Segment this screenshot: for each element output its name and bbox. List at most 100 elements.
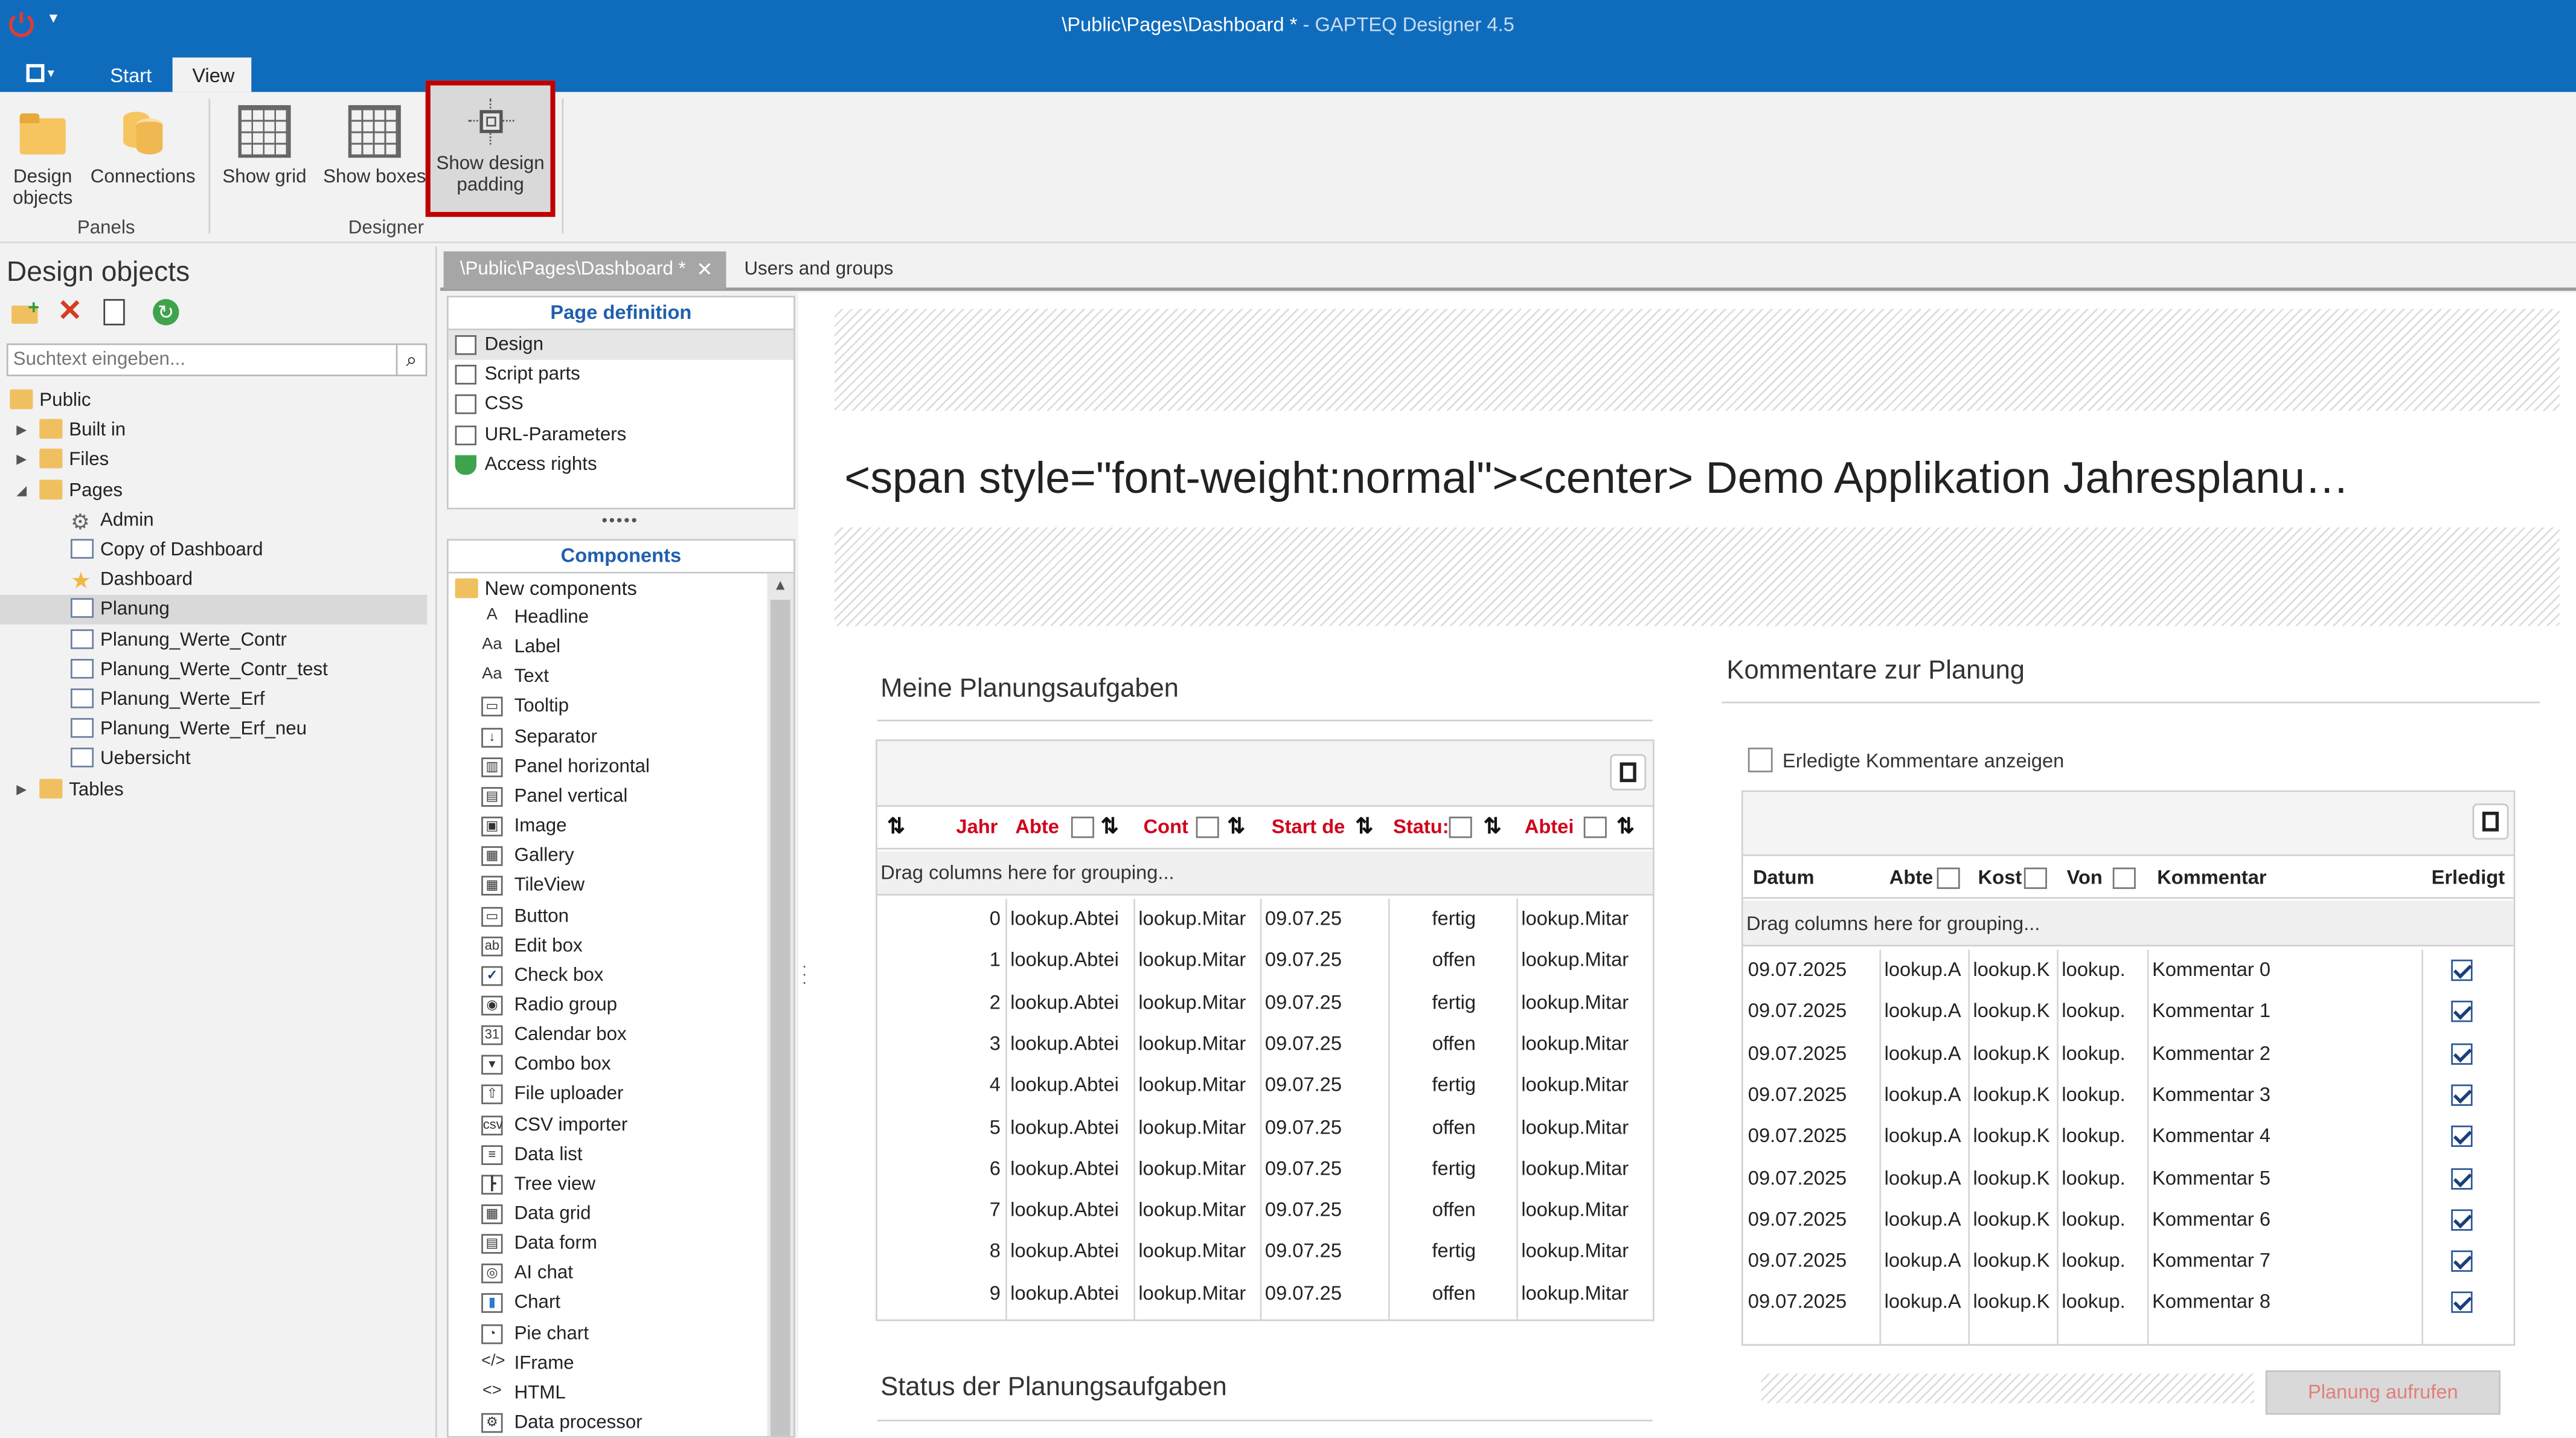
sort-icon[interactable]: ⇅ (1227, 814, 1245, 840)
component-button[interactable]: ▭ Button (449, 901, 764, 931)
table-row[interactable]: 2 lookup.Abtei lookup.Mitar 09.07.25 fertig l… (877, 982, 1653, 1023)
search-icon[interactable]: ⌕ (396, 345, 426, 375)
table-row[interactable]: 4 lookup.Abtei lookup.Mitar 09.07.25 fertig l… (877, 1065, 1653, 1106)
component-file-uploader[interactable]: ⇧ File uploader (449, 1080, 764, 1110)
refresh-icon[interactable]: ↻ (153, 299, 179, 326)
column-header-abte[interactable]: Abte (1889, 866, 1934, 889)
panel-splitter[interactable]: · · · (798, 292, 812, 1438)
table-row[interactable]: 09.07.2025 lookup.A lookup.K lookup. Komment… (1743, 1158, 2514, 1199)
scroll-up-icon[interactable]: ▲ (767, 574, 794, 597)
clipboard-button[interactable] (2472, 803, 2509, 840)
tree-item-uebersicht[interactable]: Uebersicht (0, 745, 427, 775)
expand-arrow-icon[interactable]: ▶ (16, 416, 27, 446)
component-panel-vertical[interactable]: ▤ Panel vertical (449, 782, 764, 812)
column-header-cont[interactable]: Cont (1144, 815, 1188, 838)
component-panel-horizontal[interactable]: ▥ Panel horizontal (449, 752, 764, 782)
show-design-padding-button[interactable]: Show design padding (425, 80, 556, 217)
erledigt-checkbox[interactable] (2451, 1250, 2473, 1273)
tree-item-tables[interactable]: ▶ Tables (0, 775, 427, 804)
table-row[interactable]: 7 lookup.Abtei lookup.Mitar 09.07.25 offen lo… (877, 1190, 1653, 1231)
component-pie-chart[interactable]: ◔ Pie chart (449, 1319, 764, 1349)
expand-arrow-icon[interactable]: ▶ (16, 446, 27, 475)
tree-item-public[interactable]: Public (0, 386, 427, 416)
component-calendar-box[interactable]: 31 Calendar box (449, 1021, 764, 1050)
filter-icon[interactable] (1583, 817, 1607, 838)
component-data-processor[interactable]: ⚙ Data processor (449, 1408, 764, 1436)
erledigt-checkbox[interactable] (2451, 959, 2473, 981)
component-label[interactable]: Aa Label (449, 633, 764, 663)
tree-item-pages[interactable]: ◢ Pages (0, 476, 427, 506)
erledigt-checkbox[interactable] (2451, 1126, 2473, 1148)
filter-icon[interactable] (1196, 817, 1219, 838)
search-input[interactable] (13, 347, 391, 373)
table-row[interactable]: 09.07.2025 lookup.A lookup.K lookup. Komment… (1743, 1116, 2514, 1157)
column-header-abte[interactable]: Abte (1015, 815, 1059, 838)
new-page-icon[interactable] (103, 299, 125, 326)
page-def-item-css[interactable]: CSS (449, 390, 793, 420)
tab-start[interactable]: Start (91, 57, 171, 92)
table-row[interactable]: 1 lookup.Abtei lookup.Mitar 09.07.25 offen lo… (877, 940, 1653, 981)
filter-icon[interactable] (2023, 867, 2047, 889)
tree-item-planung-werte-contr-test[interactable]: Planung_Werte_Contr_test (0, 655, 427, 685)
table-row[interactable]: 09.07.2025 lookup.A lookup.K lookup. Komment… (1743, 1282, 2514, 1323)
column-header-abtei[interactable]: Abtei (1525, 815, 1574, 838)
filter-icon[interactable] (1937, 867, 1960, 889)
erledigt-checkbox[interactable] (2451, 1042, 2473, 1064)
column-header-erledigt[interactable]: Erledigt (2432, 866, 2505, 889)
tree-item-planung-werte-contr[interactable]: Planung_Werte_Contr (0, 625, 427, 655)
tree-item-built-in[interactable]: ▶ Built in (0, 416, 427, 446)
filter-icon[interactable] (1071, 817, 1094, 838)
connections-button[interactable]: Connections (89, 98, 197, 189)
sort-icon[interactable]: ⇅ (1101, 814, 1119, 840)
table-row[interactable]: 09.07.2025 lookup.A lookup.K lookup. Komment… (1743, 991, 2514, 1032)
collapse-arrow-icon[interactable]: ◢ (16, 476, 27, 506)
table-row[interactable]: 09.07.2025 lookup.A lookup.K lookup. Komment… (1743, 1074, 2514, 1115)
tree-item-admin[interactable]: ⚙ Admin (0, 506, 427, 535)
design-objects-button[interactable]: Design objects (3, 98, 82, 210)
show-grid-button[interactable]: Show grid (219, 98, 310, 189)
column-header-status[interactable]: Statu: (1393, 815, 1449, 838)
filter-icon[interactable] (1449, 817, 1472, 838)
group-panel[interactable]: Drag columns here for grouping... (1743, 900, 2514, 947)
erledigt-checkbox[interactable] (2451, 1292, 2473, 1314)
components-scrollbar[interactable]: ▲ (767, 573, 794, 1436)
column-header-jahr[interactable]: Jahr (956, 815, 998, 838)
component-tree-view[interactable]: ┣ Tree view (449, 1170, 764, 1199)
tree-item-files[interactable]: ▶ Files (0, 446, 427, 475)
group-panel[interactable]: Drag columns here for grouping... (877, 851, 1653, 896)
new-folder-icon[interactable]: + (11, 296, 41, 326)
page-def-item-url-parameters[interactable]: URL-Parameters (449, 420, 793, 449)
column-header-von[interactable]: Von (2067, 866, 2103, 889)
tree-item-planung[interactable]: Planung (0, 595, 428, 625)
component-tileview[interactable]: ▦ TileView (449, 871, 764, 901)
erledigt-checkbox[interactable] (2451, 1167, 2473, 1189)
close-icon[interactable]: ✕ (696, 251, 713, 289)
column-header-datum[interactable]: Datum (1753, 866, 1815, 889)
scrollbar-thumb[interactable] (770, 600, 790, 1436)
sort-icon[interactable]: ⇅ (1484, 814, 1502, 840)
table-row[interactable]: 0 lookup.Abtei lookup.Mitar 09.07.25 fertig l… (877, 899, 1653, 940)
section-title-kommentare[interactable]: Kommentare zur Planung (1726, 657, 2025, 687)
component-combo-box[interactable]: ▾ Combo box (449, 1050, 764, 1080)
splitter-handle[interactable]: ••••• (444, 513, 797, 531)
component-data-form[interactable]: ▤ Data form (449, 1229, 764, 1259)
tree-item-copy-of-dashboard[interactable]: Copy of Dashboard (0, 536, 427, 565)
expand-arrow-icon[interactable]: ▶ (16, 775, 27, 804)
component-data-grid[interactable]: ▦ Data grid (449, 1199, 764, 1229)
table-row[interactable]: 3 lookup.Abtei lookup.Mitar 09.07.25 offen lo… (877, 1024, 1653, 1065)
component-check-box[interactable]: ✓ Check box (449, 961, 764, 990)
sort-icon[interactable]: ⇅ (1356, 814, 1374, 840)
doc-tab-users-and-groups[interactable]: Users and groups (728, 251, 909, 289)
component-html[interactable]: <> HTML (449, 1378, 764, 1408)
section-title-status[interactable]: Status der Planungsaufgaben (880, 1373, 1227, 1403)
page-def-item-script-parts[interactable]: Script parts (449, 360, 793, 390)
sort-icon[interactable]: ⇅ (887, 814, 905, 840)
table-row[interactable]: 09.07.2025 lookup.A lookup.K lookup. Komment… (1743, 950, 2514, 991)
table-row[interactable]: 09.07.2025 lookup.A lookup.K lookup. Komment… (1743, 1033, 2514, 1074)
component-headline[interactable]: A Headline (449, 603, 764, 632)
filter-icon[interactable] (2112, 867, 2136, 889)
page-def-item-access-rights[interactable]: Access rights (449, 450, 793, 480)
component-gallery[interactable]: ▦ Gallery (449, 841, 764, 871)
component-chart[interactable]: ▮ Chart (449, 1289, 764, 1318)
delete-icon[interactable]: ✕ (57, 294, 82, 329)
